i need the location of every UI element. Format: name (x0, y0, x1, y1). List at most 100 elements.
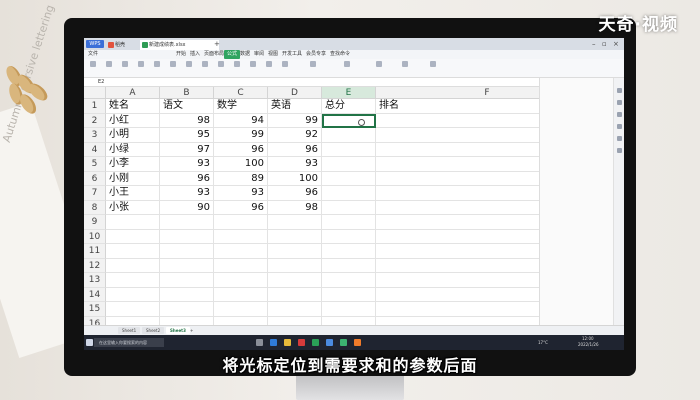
wps-app-button[interactable]: WPS (86, 40, 104, 48)
table-cell[interactable]: 小刚 (106, 171, 160, 186)
row-header[interactable]: 6 (84, 171, 106, 186)
show-formulas-icon[interactable] (344, 61, 350, 67)
menu-view[interactable]: 视图 (268, 50, 278, 59)
autosum-icon[interactable] (106, 61, 112, 67)
add-sheet-icon[interactable]: + (190, 326, 193, 335)
row-header[interactable]: 15 (84, 302, 106, 317)
select-icon[interactable] (617, 88, 622, 93)
table-cell[interactable] (322, 258, 376, 273)
table-cell[interactable] (322, 244, 376, 259)
table-cell[interactable] (214, 215, 268, 230)
table-cell[interactable]: 小王 (106, 186, 160, 201)
table-cell[interactable] (268, 244, 322, 259)
header-cell[interactable]: 总分 (322, 99, 376, 114)
table-cell[interactable]: 92 (268, 128, 322, 143)
datetime-icon[interactable] (186, 61, 192, 67)
row-header[interactable]: 13 (84, 273, 106, 288)
table-cell[interactable] (106, 273, 160, 288)
style-icon[interactable] (617, 100, 622, 105)
table-cell[interactable]: 97 (160, 142, 214, 157)
wechat-icon[interactable] (340, 339, 347, 346)
backup-icon[interactable] (617, 124, 622, 129)
close-icon[interactable]: × (613, 39, 619, 49)
row-header[interactable]: 4 (84, 142, 106, 157)
table-cell[interactable]: 96 (268, 186, 322, 201)
table-cell[interactable]: 89 (214, 171, 268, 186)
wps-icon[interactable] (298, 339, 305, 346)
spreadsheet-app-icon[interactable] (312, 339, 319, 346)
table-cell[interactable]: 93 (214, 186, 268, 201)
table-cell[interactable]: 95 (160, 128, 214, 143)
header-cell[interactable]: 数学 (214, 99, 268, 114)
table-cell[interactable] (268, 302, 322, 317)
share-icon[interactable] (617, 136, 622, 141)
add-tab-icon[interactable]: + (214, 39, 220, 49)
property-icon[interactable] (617, 112, 622, 117)
math-icon[interactable] (218, 61, 224, 67)
table-cell[interactable] (160, 287, 214, 302)
recent-functions-icon[interactable] (122, 61, 128, 67)
help-icon[interactable] (617, 148, 622, 153)
row-header[interactable]: 8 (84, 200, 106, 215)
table-cell[interactable] (106, 287, 160, 302)
browser-icon[interactable] (326, 339, 333, 346)
text-icon[interactable] (170, 61, 176, 67)
table-cell[interactable]: 93 (268, 157, 322, 172)
row-header[interactable]: 5 (84, 157, 106, 172)
table-cell[interactable]: 98 (268, 200, 322, 215)
table-cell[interactable]: 小明 (106, 128, 160, 143)
table-cell[interactable]: 93 (160, 186, 214, 201)
column-header-e[interactable]: E (322, 87, 376, 99)
table-cell[interactable]: 100 (214, 157, 268, 172)
error-check-icon[interactable] (376, 61, 382, 67)
menu-search-command[interactable]: 查找命令 (330, 50, 350, 59)
table-cell[interactable] (322, 171, 376, 186)
paste-icon[interactable] (266, 61, 272, 67)
table-cell[interactable] (322, 215, 376, 230)
menu-review[interactable]: 审阅 (254, 50, 264, 59)
row-header[interactable]: 12 (84, 258, 106, 273)
menu-file[interactable]: 文件 (88, 50, 98, 59)
table-cell[interactable] (322, 200, 376, 215)
column-header-b[interactable]: B (160, 87, 214, 99)
menu-page-layout[interactable]: 页面布局 (204, 50, 224, 59)
clock-date[interactable]: 2022/1/26 (578, 342, 599, 347)
menu-home[interactable]: 开始 (176, 50, 186, 59)
column-header-a[interactable]: A (106, 87, 160, 99)
table-cell[interactable] (214, 273, 268, 288)
maximize-icon[interactable]: ▫ (602, 39, 607, 49)
spreadsheet-grid[interactable]: A B C D E F 1 姓名 语文 数学 英语 总分 排名 2 小红 98 94 99 3 小明 95 99 92 4 小绿… (84, 87, 599, 331)
table-cell[interactable] (160, 302, 214, 317)
table-cell[interactable] (106, 302, 160, 317)
table-cell[interactable] (268, 215, 322, 230)
table-cell[interactable] (268, 258, 322, 273)
more-functions-icon[interactable] (234, 61, 240, 67)
table-cell[interactable] (268, 229, 322, 244)
table-cell[interactable]: 96 (160, 171, 214, 186)
financial-icon[interactable] (138, 61, 144, 67)
app-icon[interactable] (354, 339, 361, 346)
clock-time[interactable]: 12:00 (582, 336, 594, 341)
header-cell[interactable]: 语文 (160, 99, 214, 114)
sheet-tab-3[interactable]: Sheet3 (166, 327, 190, 334)
table-cell[interactable]: 小红 (106, 113, 160, 128)
edge-icon[interactable] (270, 339, 277, 346)
menu-developer[interactable]: 开发工具 (282, 50, 302, 59)
table-cell[interactable] (322, 302, 376, 317)
explorer-icon[interactable] (284, 339, 291, 346)
table-cell[interactable]: 99 (268, 113, 322, 128)
specify-icon[interactable] (282, 61, 288, 67)
name-box[interactable]: E2 (98, 78, 122, 86)
table-cell[interactable]: 99 (214, 128, 268, 143)
header-cell[interactable]: 英语 (268, 99, 322, 114)
table-cell[interactable] (322, 113, 376, 128)
table-cell[interactable] (160, 229, 214, 244)
table-cell[interactable]: 小张 (106, 200, 160, 215)
table-cell[interactable]: 100 (268, 171, 322, 186)
table-cell[interactable]: 94 (214, 113, 268, 128)
windows-start-icon[interactable] (86, 339, 93, 346)
table-cell[interactable] (106, 258, 160, 273)
table-cell[interactable] (214, 229, 268, 244)
taskbar-search[interactable]: 在这里输入你要搜索的内容 (94, 338, 164, 347)
task-view-icon[interactable] (256, 339, 263, 346)
